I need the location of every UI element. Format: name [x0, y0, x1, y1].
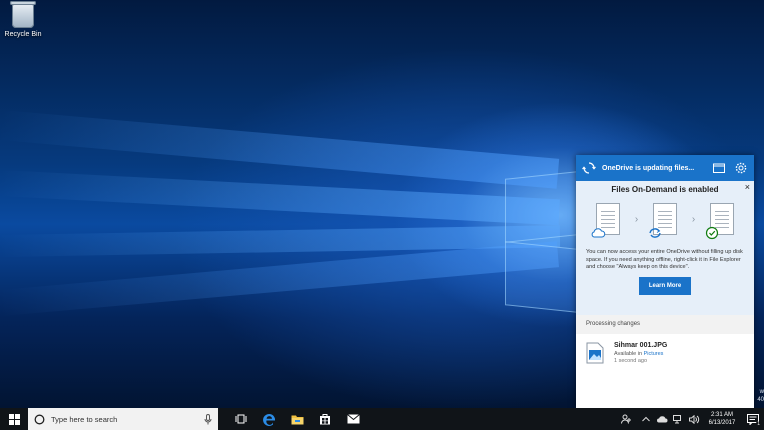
start-button[interactable] [0, 408, 28, 430]
search-placeholder: Type here to search [51, 414, 118, 424]
file-name: Sihmar 001.JPG [614, 342, 668, 349]
close-icon[interactable]: × [745, 182, 750, 192]
speaker-icon [688, 414, 699, 424]
learn-more-button[interactable]: Learn More [639, 276, 691, 295]
file-explorer-icon [291, 415, 303, 424]
image-file-icon [586, 342, 604, 364]
desktop-edge-text-line: w [759, 389, 764, 395]
chevron-up-icon [642, 416, 650, 422]
show-hidden-icons-button[interactable] [638, 408, 654, 430]
onedrive-tray-button[interactable] [654, 408, 670, 430]
desktop-edge-text-line: 40 [757, 397, 764, 403]
document-cloud-icon [591, 203, 620, 238]
files-on-demand-promo: × Files On-Demand is enabled › › You can… [576, 181, 754, 315]
folder-icon[interactable] [712, 161, 726, 175]
action-center-button[interactable]: 1 [742, 408, 764, 430]
activity-item[interactable]: Sihmar 001.JPG Available in Pictures 1 s… [576, 334, 754, 372]
promo-body: You can now access your entire OneDrive … [586, 249, 743, 271]
document-check-icon [705, 203, 734, 240]
chevron-right-icon: › [691, 213, 696, 225]
recycle-bin[interactable]: Recycle Bin [2, 1, 44, 38]
notification-count-badge: 1 [756, 421, 761, 427]
network-button[interactable] [670, 408, 686, 430]
promo-illustration: › › [586, 203, 744, 240]
processing-header: Processing changes [576, 315, 754, 334]
onedrive-cloud-icon [657, 416, 668, 423]
taskbar: Type here to search 2:31 AM 6/13/2017 1 [0, 408, 764, 430]
document-sync-icon [649, 203, 677, 238]
task-view-button[interactable] [230, 408, 252, 430]
available-in-label: Available in [614, 351, 644, 357]
settings-gear-icon[interactable] [734, 161, 748, 175]
store-icon [320, 414, 330, 425]
pictures-link[interactable]: Pictures [644, 351, 664, 357]
mail-button[interactable] [342, 408, 364, 430]
store-button[interactable] [314, 408, 336, 430]
volume-button[interactable] [686, 408, 702, 430]
clock[interactable]: 2:31 AM 6/13/2017 [702, 411, 742, 427]
edge-button[interactable] [258, 408, 280, 430]
start-icon [8, 413, 20, 425]
clock-time: 2:31 AM [710, 412, 733, 418]
desktop-edge-text: w 40 [757, 388, 764, 404]
activity-item-text: Sihmar 001.JPG Available in Pictures 1 s… [614, 342, 667, 364]
system-tray: 2:31 AM 6/13/2017 1 [618, 408, 764, 430]
promo-title: Files On-Demand is enabled [611, 185, 719, 194]
wallpaper-logo-pane [505, 241, 577, 313]
recycle-bin-label: Recycle Bin [4, 31, 42, 38]
wallpaper-logo-pane [505, 171, 577, 243]
cortana-icon [34, 414, 45, 424]
file-timestamp: 1 second ago [614, 358, 648, 364]
chevron-right-icon: › [634, 213, 639, 225]
recycle-bin-icon [10, 1, 36, 28]
file-explorer-button[interactable] [286, 408, 308, 430]
onedrive-status: OneDrive is updating files... [602, 164, 695, 172]
people-button[interactable] [618, 408, 634, 430]
microphone-icon[interactable] [204, 413, 212, 425]
people-icon [620, 414, 631, 424]
sync-icon [582, 162, 596, 174]
mail-icon [346, 414, 360, 424]
task-view-icon [235, 414, 247, 424]
network-icon [672, 414, 681, 423]
clock-date: 6/13/2017 [708, 420, 736, 426]
edge-icon [262, 413, 275, 426]
onedrive-flyout: OneDrive is updating files... × Files On… [576, 155, 754, 408]
onedrive-header: OneDrive is updating files... [576, 155, 754, 181]
taskbar-search-box[interactable]: Type here to search [28, 408, 218, 430]
file-location: Available in Pictures [614, 351, 667, 357]
